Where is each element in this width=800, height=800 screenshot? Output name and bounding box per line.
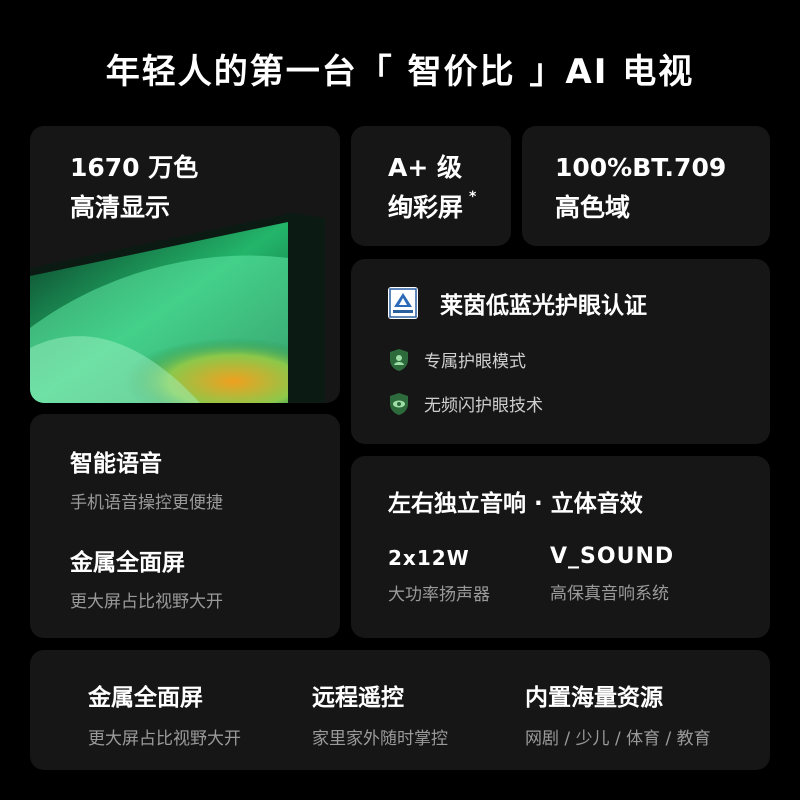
voice-sub: 手机语音操控更便捷 (70, 493, 223, 513)
bottom-item-2-heading: 远程遥控 (312, 685, 404, 711)
shield-eye-icon (390, 392, 408, 415)
bottom-item-1: 金属全面屏 更大屏占比视野大开 (88, 678, 241, 749)
vivid-screen-label: 绚彩屏 (388, 193, 464, 222)
bottom-item-2: 远程遥控 家里家外随时掌控 (312, 678, 448, 749)
eye-care-heading: 莱茵低蓝光护眼认证 (440, 293, 647, 319)
eye-feature-1: 专属护眼模式 (388, 347, 526, 372)
metal-screen-heading: 金属全面屏 (70, 550, 185, 576)
features-bottom-card: 金属全面屏 更大屏占比视野大开 远程遥控 家里家外随时掌控 内置海量资源 网剧 … (30, 650, 770, 770)
grade-text: A+ 级 (388, 153, 462, 182)
eye-feature-2: 无频闪护眼技术 (388, 391, 543, 416)
bt709-text: 100%BT.709 (555, 153, 727, 182)
display-colors-text: 1670 万色 (70, 153, 199, 182)
grade-card: A+ 级 绚彩屏 * (351, 126, 511, 246)
bottom-item-1-sub: 更大屏占比视野大开 (88, 729, 241, 749)
eye-feature-1-label: 专属护眼模式 (424, 352, 526, 372)
audio-card: 左右独立音响 · 立体音效 2x12W 大功率扬声器 V_SOUND 高保真音响… (351, 456, 770, 638)
bottom-item-2-sub: 家里家外随时掌控 (312, 729, 448, 749)
power-label: 大功率扬声器 (388, 585, 490, 605)
metal-screen-sub: 更大屏占比视野大开 (70, 592, 223, 612)
vivid-screen-text: 绚彩屏 * (388, 188, 476, 228)
tv-screen-image (30, 213, 325, 403)
bottom-item-3: 内置海量资源 网剧 / 少儿 / 体育 / 教育 (525, 678, 711, 749)
voice-heading: 智能语音 (70, 451, 162, 477)
bottom-item-3-sub: 网剧 / 少儿 / 体育 / 教育 (525, 729, 711, 749)
eye-feature-2-label: 无频闪护眼技术 (424, 396, 543, 416)
audio-heading: 左右独立音响 · 立体音效 (388, 491, 643, 517)
bottom-item-3-heading: 内置海量资源 (525, 685, 663, 711)
power-value: 2x12W (388, 546, 470, 570)
shield-person-icon (390, 348, 408, 371)
footnote-mark: * (469, 189, 477, 205)
vsound-label: 高保真音响系统 (550, 584, 669, 604)
vsound-logo: V_SOUND (550, 544, 675, 569)
voice-screen-card: 智能语音 手机语音操控更便捷 金属全面屏 更大屏占比视野大开 (30, 414, 340, 638)
bottom-item-1-heading: 金属全面屏 (88, 685, 203, 711)
tuv-badge-icon (388, 287, 418, 319)
gamut-card: 100%BT.709 高色域 (522, 126, 770, 246)
certification-row: 莱茵低蓝光护眼认证 (388, 286, 647, 320)
page-title: 年轻人的第一台「 智价比 」AI 电视 (105, 52, 695, 92)
gamut-text: 高色域 (555, 193, 631, 222)
